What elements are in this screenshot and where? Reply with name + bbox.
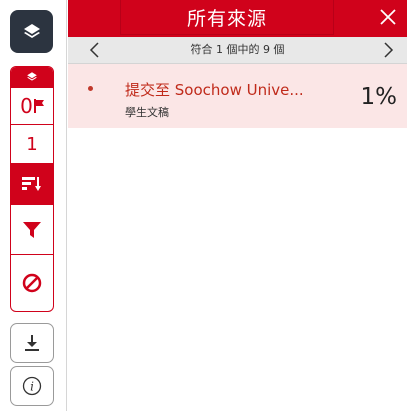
filter-button[interactable] bbox=[11, 204, 53, 254]
match-navigation: 符合 1 個中的 9 個 bbox=[68, 37, 407, 64]
match-number-button[interactable]: 1 bbox=[11, 124, 53, 163]
download-icon bbox=[25, 335, 39, 351]
close-button[interactable] bbox=[377, 6, 399, 28]
layers-button[interactable] bbox=[10, 10, 53, 53]
tool-group: 0 1 bbox=[10, 66, 54, 312]
panel-header: 所有來源 bbox=[68, 0, 407, 37]
source-item[interactable]: 提交至 Soochow Unive... 學生文稿 1% bbox=[68, 64, 407, 128]
block-icon bbox=[22, 273, 42, 293]
svg-text:i: i bbox=[30, 380, 34, 394]
next-button[interactable] bbox=[379, 40, 397, 60]
match-counter: 符合 1 個中的 9 個 bbox=[190, 43, 285, 56]
layers-icon bbox=[23, 23, 40, 38]
flag-button[interactable]: 0 bbox=[11, 87, 53, 124]
sort-icon bbox=[22, 177, 41, 191]
sidebar: 0 1 i bbox=[0, 0, 67, 411]
exclude-button[interactable] bbox=[11, 254, 53, 311]
info-icon: i bbox=[22, 376, 42, 396]
source-name[interactable]: 提交至 Soochow Unive... bbox=[125, 79, 304, 100]
info-button[interactable]: i bbox=[10, 366, 54, 406]
flag-count: 0 bbox=[20, 94, 33, 118]
source-percent: 1% bbox=[360, 84, 398, 110]
layers-mini-button[interactable] bbox=[11, 67, 53, 87]
flag-icon bbox=[33, 99, 44, 113]
chevron-right-icon bbox=[384, 42, 394, 58]
download-button[interactable] bbox=[10, 323, 54, 363]
panel-title: 所有來源 bbox=[120, 0, 334, 35]
source-type: 學生文稿 bbox=[125, 106, 169, 119]
source-bullet bbox=[88, 86, 93, 91]
sort-button[interactable] bbox=[11, 163, 53, 204]
layers-mini-icon bbox=[27, 72, 37, 81]
match-number: 1 bbox=[26, 133, 38, 155]
filter-icon bbox=[23, 221, 41, 238]
close-icon bbox=[380, 9, 396, 25]
